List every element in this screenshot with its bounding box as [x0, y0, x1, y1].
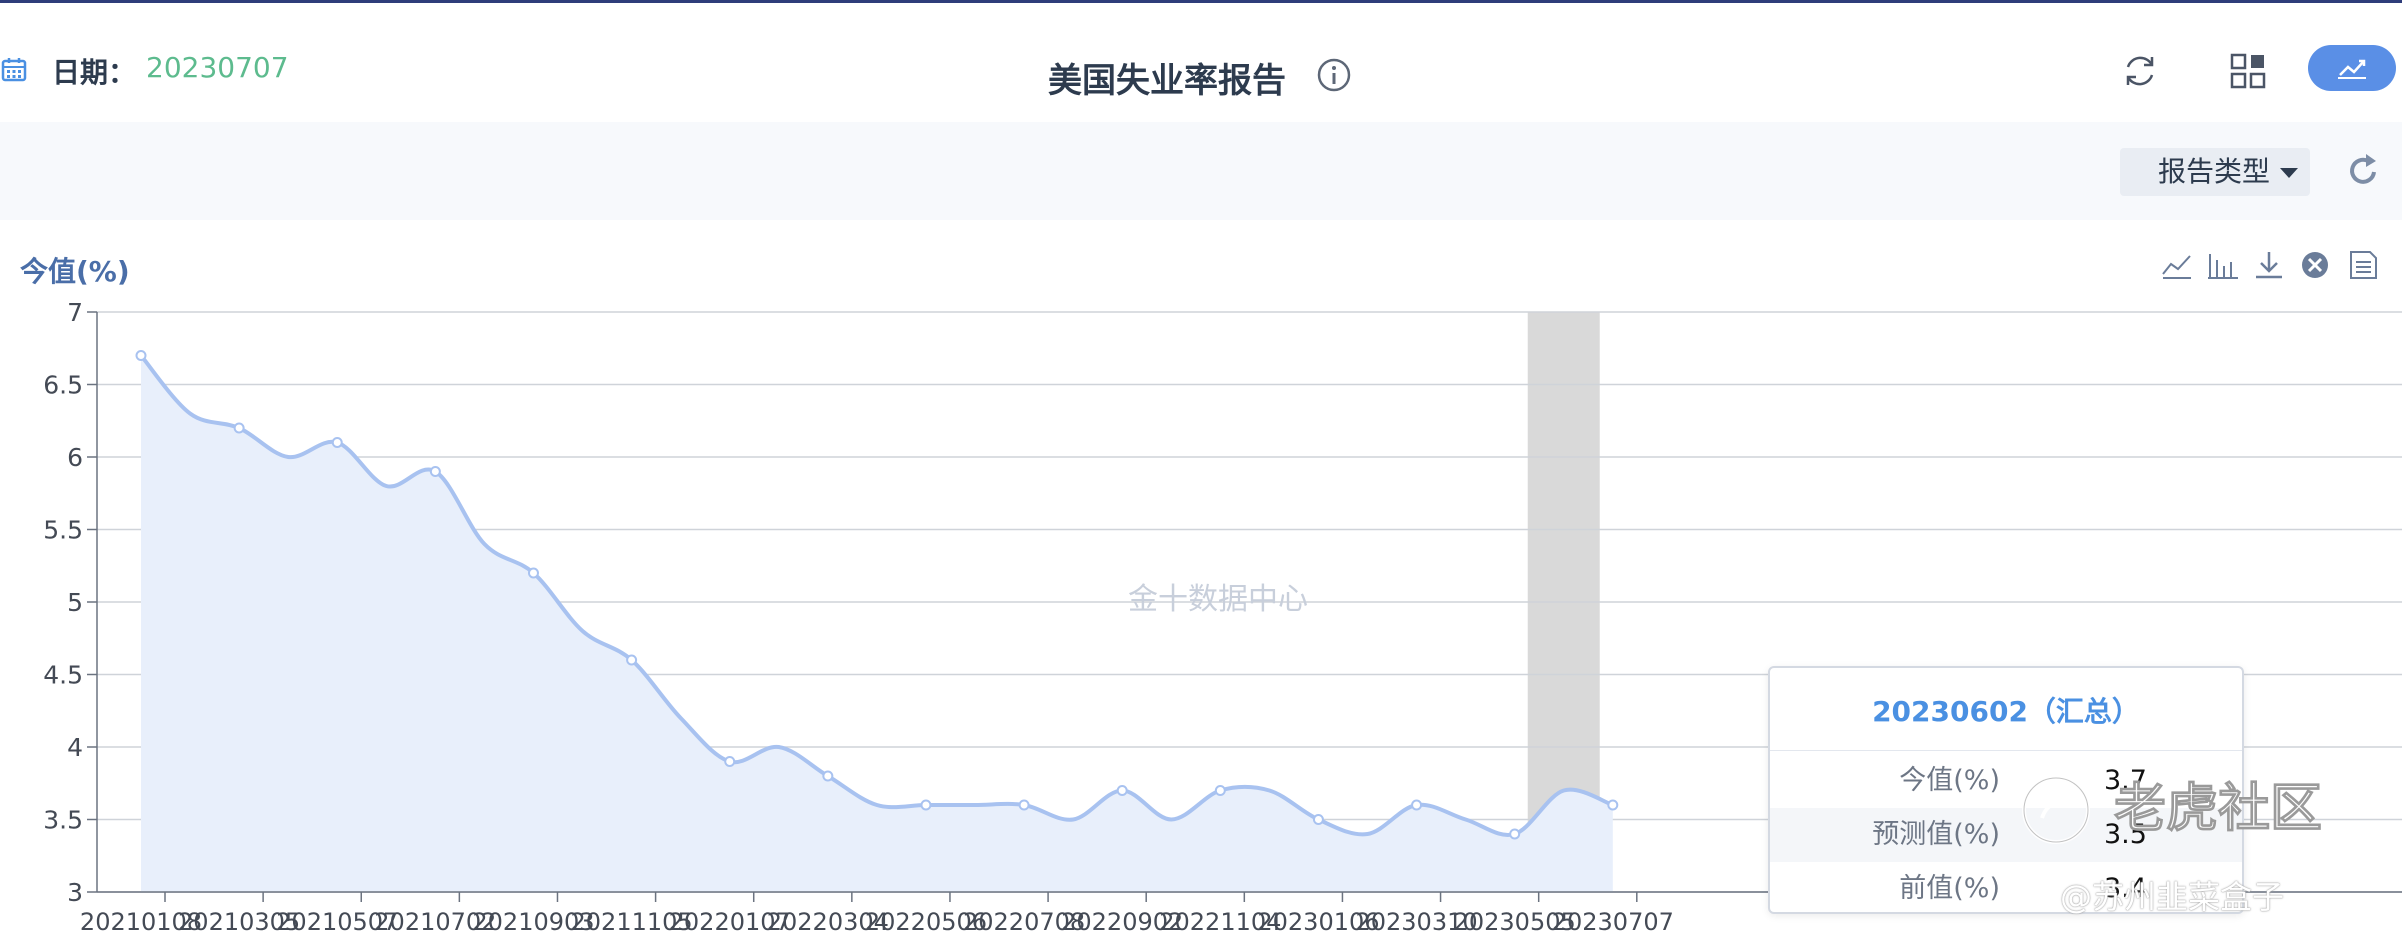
data-point: [527, 567, 539, 579]
toolbar: 报告类型: [0, 122, 2402, 220]
date-label: 日期：: [52, 56, 137, 89]
caret-down-icon: [2280, 168, 2298, 178]
data-point: [1607, 799, 1619, 811]
tiger-community-logo: 老虎社区: [2022, 776, 2323, 844]
header-bar: 日期： 20230707 美国失业率报告: [0, 3, 2402, 121]
x-tick-label: 20230707: [1552, 908, 1674, 936]
y-tick-label: 3.5: [43, 806, 83, 835]
tooltip-row-label: 预测值(%): [1872, 819, 2000, 850]
tooltip-row-label: 前值(%): [1899, 873, 2000, 904]
data-point: [920, 799, 932, 811]
series-area: [141, 355, 1613, 892]
y-tick-label: 4.5: [43, 661, 83, 690]
tooltip-divider: [1770, 750, 2242, 751]
tooltip-row-label: 今值(%): [1899, 765, 2000, 796]
center-watermark: 金十数据中心: [1128, 582, 1308, 617]
y-tick-label: 5: [67, 588, 83, 617]
data-point: [626, 654, 638, 666]
data-point: [1312, 814, 1324, 825]
tooltip-title: 20230602（汇总）: [1872, 695, 2140, 728]
y-tick-label: 3: [67, 878, 83, 907]
y-tick-label: 5.5: [43, 516, 83, 545]
data-point: [135, 350, 147, 361]
chart-area: 今值(%) 3 3.5 4 4.5 5 5.5 6 6.5 7 20210108…: [0, 222, 2402, 948]
y-tick-label: 7: [67, 298, 83, 327]
report-type-dropdown[interactable]: 报告类型: [2120, 148, 2310, 196]
chart-view-button[interactable]: [2308, 45, 2396, 91]
data-point: [822, 770, 834, 782]
y-tick-label: 6: [67, 443, 83, 472]
chart-icon: [2338, 59, 2366, 79]
data-point: [724, 756, 736, 767]
data-point: [1116, 785, 1128, 796]
author-watermark: @苏州韭菜盒子: [2060, 878, 2285, 916]
info-icon[interactable]: [1316, 57, 1352, 93]
y-tick-label: 6.5: [43, 371, 83, 400]
grid-icon[interactable]: [2226, 49, 2270, 93]
data-point: [331, 437, 343, 448]
date-value[interactable]: 20230707: [146, 51, 289, 84]
data-point: [1214, 785, 1226, 796]
page-title: 美国失业率报告: [1048, 61, 1286, 101]
data-point: [233, 422, 245, 434]
data-point: [1018, 799, 1030, 811]
data-point: [1509, 828, 1521, 840]
reload-icon[interactable]: [2346, 150, 2382, 190]
y-tick-label: 4: [67, 733, 83, 762]
data-point: [1411, 799, 1423, 811]
data-point: [429, 466, 441, 477]
refresh-icon[interactable]: [2118, 49, 2162, 93]
report-type-label: 报告类型: [2158, 155, 2271, 188]
calendar-icon[interactable]: [0, 55, 28, 83]
logo-text: 老虎社区: [2114, 779, 2322, 839]
